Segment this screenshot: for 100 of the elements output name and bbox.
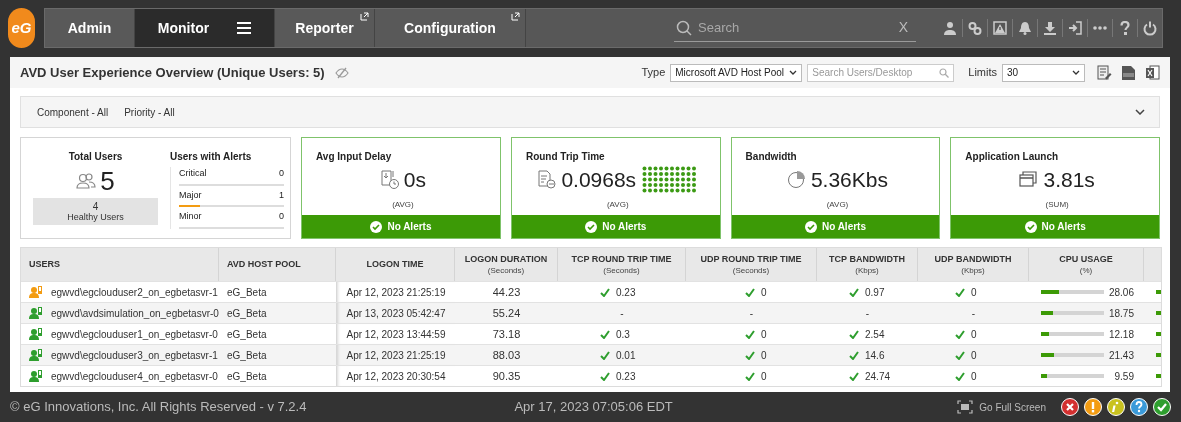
- healthy-count: 4: [92, 200, 99, 212]
- search-icon: [939, 67, 950, 78]
- table-cell-text: 88.03: [492, 347, 521, 363]
- type-dropdown[interactable]: Microsoft AVD Host Pool: [670, 63, 803, 82]
- search-icon: [676, 19, 692, 36]
- table-cell-text: Apr 12, 2023 13:44:59: [346, 327, 446, 342]
- chevron-down-icon[interactable]: [1135, 109, 1145, 115]
- user-name: egwvd\egclouduser1_on_egbetasvr-0: [51, 327, 218, 342]
- alert-level-label: Major: [179, 188, 202, 202]
- info-icon[interactable]: [1107, 398, 1125, 416]
- table-cell-text: 0: [761, 285, 767, 300]
- table-cell-text: 73.18: [492, 326, 521, 342]
- total-users-label: Total Users: [68, 150, 123, 164]
- users-icon: [76, 173, 97, 189]
- windows-icon: [1019, 170, 1040, 190]
- metric-title: Round Trip Time: [525, 150, 606, 164]
- table-cell-text: 90.35: [492, 368, 521, 384]
- status-text: No Alerts: [602, 220, 647, 234]
- user-search-field[interactable]: Search Users/Desktop: [807, 63, 955, 82]
- alert-count: 1: [279, 188, 284, 202]
- aggregation-label: (AVG): [826, 199, 849, 211]
- external-link-icon[interactable]: [511, 12, 520, 21]
- warning-icon[interactable]: [1084, 398, 1102, 416]
- copyright-text: © eG Innovations, Inc. All Rights Reserved - v 7.2.4: [10, 398, 307, 417]
- healthy-label: Healthy Users: [67, 211, 124, 223]
- pie-chart-icon: [786, 170, 807, 190]
- limits-label: Limits: [968, 65, 997, 81]
- help-icon[interactable]: [1130, 398, 1148, 416]
- check-circle-icon: [370, 220, 383, 233]
- link-icon[interactable]: [968, 20, 982, 36]
- alert-icon[interactable]: [993, 20, 1007, 36]
- pdf-icon[interactable]: [1121, 65, 1136, 80]
- limits-dropdown[interactable]: 30: [1002, 63, 1085, 82]
- external-link-icon[interactable]: [360, 12, 369, 21]
- table-cell-text: 2.54: [865, 327, 885, 342]
- table-cell-text: 28.06: [1108, 285, 1135, 300]
- table-cell-text: 0.97: [865, 285, 885, 300]
- alert-count: 0: [279, 210, 284, 223]
- table-cell-text: 14.6: [865, 348, 885, 363]
- aggregation-label: (AVG): [392, 199, 414, 211]
- check-circle-icon: [804, 220, 817, 233]
- clear-button[interactable]: X: [898, 17, 908, 38]
- table-cell-text: -: [620, 306, 624, 321]
- check-circle-icon[interactable]: [1153, 398, 1171, 416]
- metric-title: Bandwidth: [745, 150, 798, 164]
- table-cell-text: eG_Beta: [227, 327, 267, 342]
- aggregation-label: (AVG): [606, 199, 629, 211]
- download-icon[interactable]: [1043, 20, 1057, 36]
- table-cell-text: 0.23: [616, 285, 636, 300]
- table-cell-text: eG_Beta: [227, 369, 267, 384]
- table-cell-text: -: [971, 306, 976, 321]
- power-icon[interactable]: [1143, 20, 1157, 36]
- status-text: No Alerts: [821, 220, 866, 234]
- filter-link[interactable]: Component - All: [37, 104, 109, 120]
- user-name: egwvd\avdsimulation_on_egbetasvr-0: [51, 306, 219, 321]
- status-text: No Alerts: [1041, 220, 1086, 234]
- user-name: egwvd\egclouduser4_on_egbetasvr-0: [51, 369, 218, 384]
- error-icon[interactable]: [1061, 398, 1079, 416]
- total-users-count: 5: [100, 166, 115, 196]
- excel-icon[interactable]: [1145, 65, 1160, 80]
- metric-value: 3.81s: [1043, 167, 1095, 193]
- table-cell-text: 0: [971, 348, 977, 363]
- sign-in-icon[interactable]: [1068, 20, 1082, 36]
- edit-report-icon[interactable]: [1097, 65, 1112, 80]
- table-cell-text: eG_Beta: [227, 306, 267, 321]
- alert-count: 0: [279, 167, 284, 180]
- table-cell-text: -: [749, 306, 754, 321]
- clock-document-icon: [379, 170, 400, 190]
- nav-tab[interactable]: Monitor: [135, 9, 275, 47]
- dot-grid-icon: [642, 166, 699, 194]
- chevron-down-icon: [1072, 70, 1080, 75]
- chevron-down-icon: [789, 70, 798, 75]
- bell-icon[interactable]: [1018, 20, 1032, 36]
- filter-link[interactable]: Priority - All: [124, 104, 175, 120]
- check-circle-icon: [585, 220, 598, 233]
- table-cell-text: 0: [761, 369, 767, 384]
- table-cell-text: 18.75: [1108, 306, 1135, 321]
- metric-value: 5.36Kbs: [810, 167, 888, 193]
- table-cell-text: 0.01: [616, 348, 636, 363]
- table-cell-text: 55.24: [492, 305, 521, 321]
- alert-level-label: Minor: [179, 210, 202, 223]
- hide-icon[interactable]: [334, 66, 349, 79]
- user-icon[interactable]: [943, 20, 957, 36]
- user-name: egwvd\egclouduser3_on_egbetasvr-1: [51, 348, 218, 363]
- table-cell-text: 0: [971, 327, 977, 342]
- table-cell-text: 0: [971, 369, 977, 384]
- table-cell-text: 24.74: [865, 369, 891, 384]
- table-cell-text: -: [865, 306, 870, 321]
- search-field[interactable]: Search X: [674, 14, 916, 42]
- table-cell-text: eG_Beta: [227, 348, 267, 363]
- menu-icon[interactable]: [237, 22, 252, 34]
- fullscreen-button[interactable]: Go Full Screen: [957, 399, 1046, 415]
- table-cell-text: 21.43: [1108, 348, 1135, 363]
- alerts-label: Users with Alerts: [170, 150, 252, 164]
- table-cell-text: Apr 12, 2023 21:25:19: [346, 285, 446, 300]
- metric-title: Application Launch: [965, 150, 1060, 164]
- metric-value: 0.0968s: [561, 167, 637, 193]
- table-cell-text: 0.23: [616, 369, 636, 384]
- table-cell-text: Apr 12, 2023 20:30:54: [346, 369, 446, 384]
- type-label: Type: [641, 65, 666, 81]
